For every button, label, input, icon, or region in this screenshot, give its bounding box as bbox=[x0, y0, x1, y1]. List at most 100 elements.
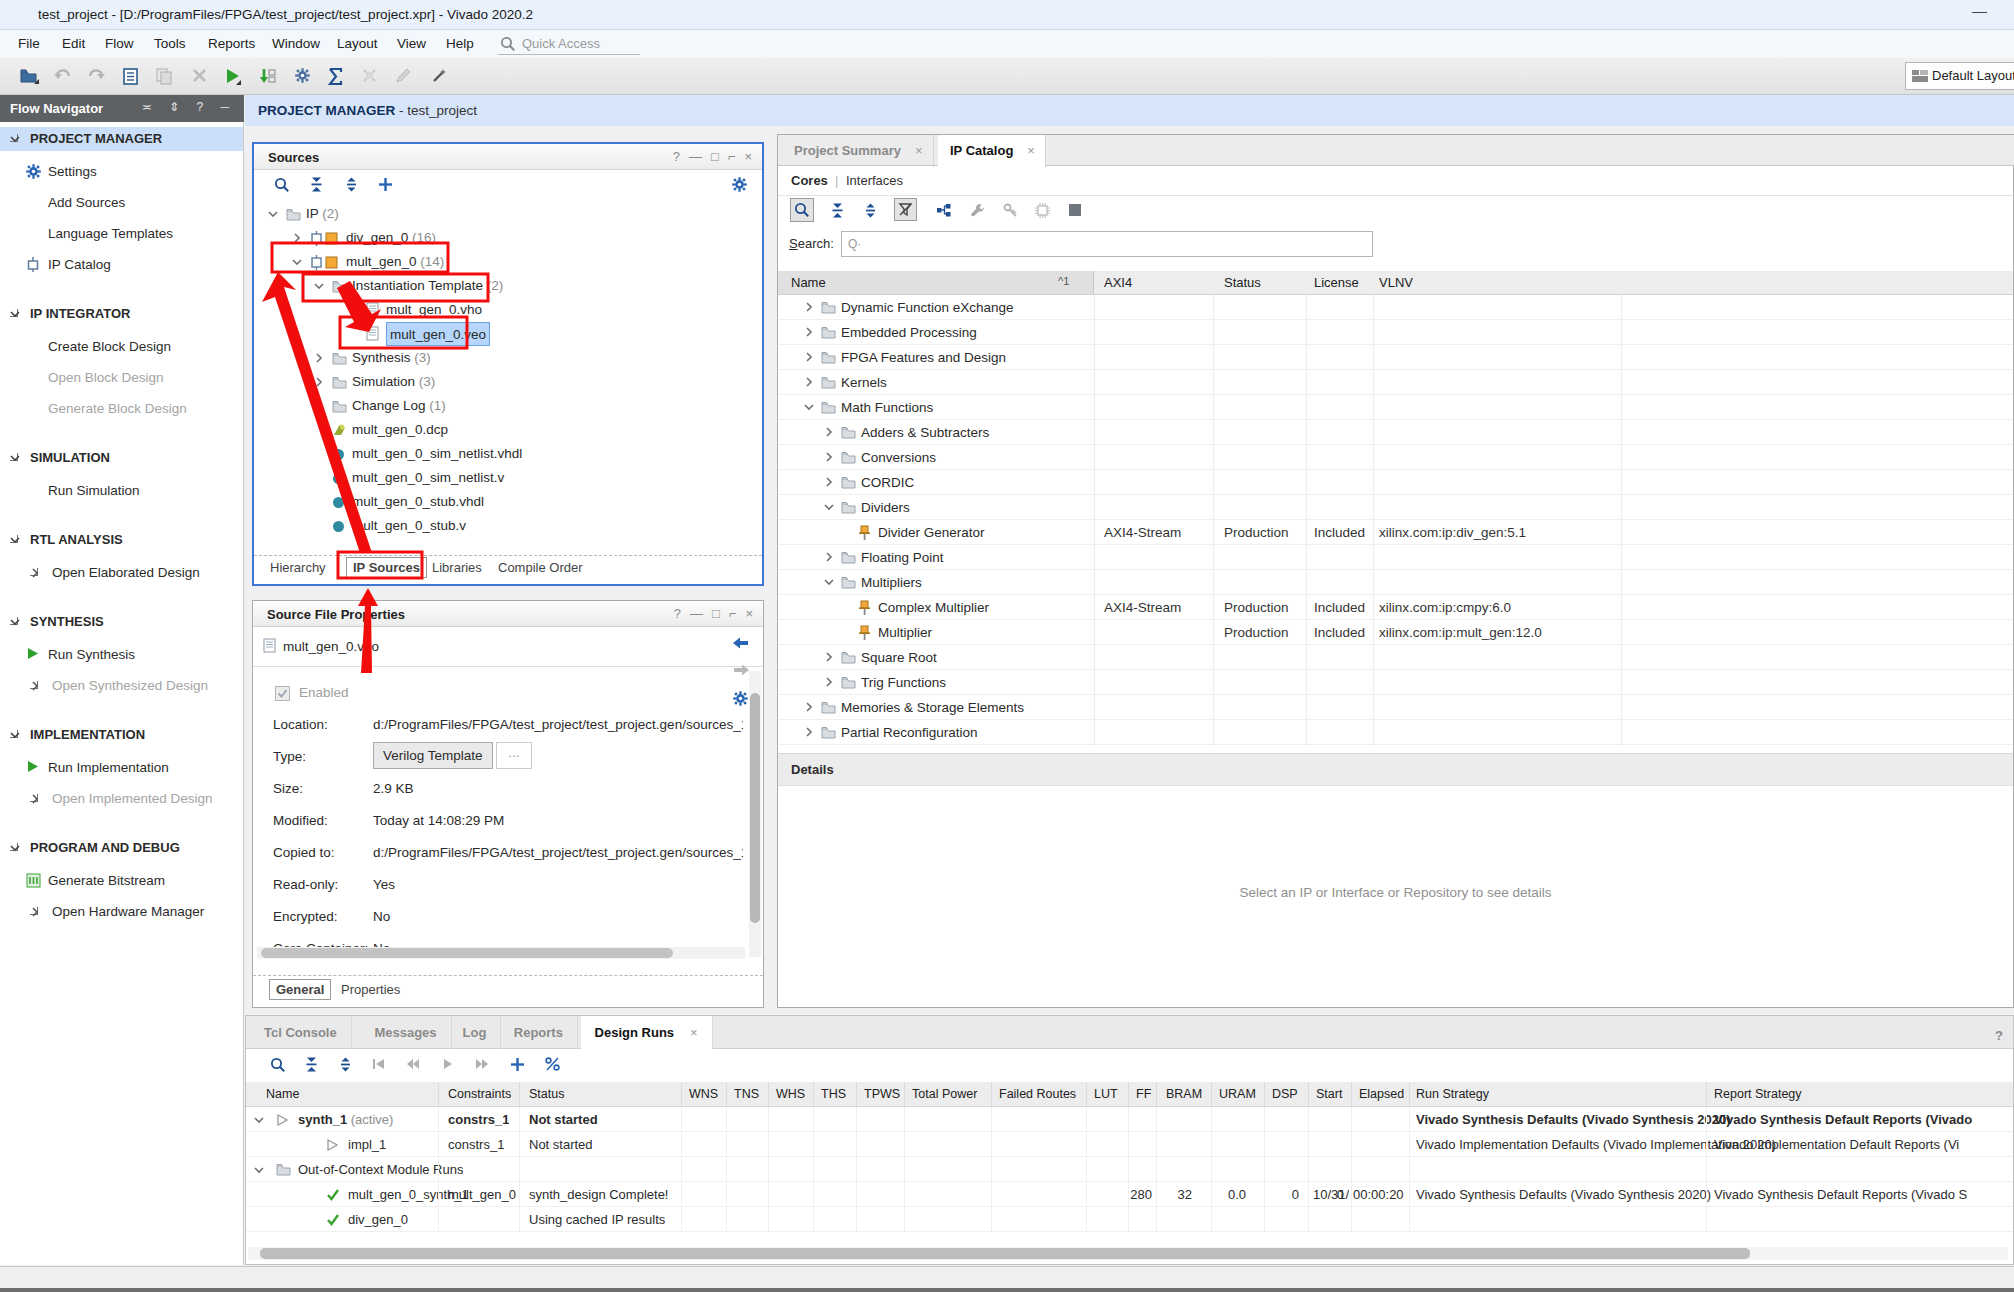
chevron-right-icon[interactable] bbox=[824, 427, 834, 437]
sidebar-section-rtl-analysis[interactable]: RTL ANALYSIS bbox=[0, 528, 243, 552]
runs-column-bram[interactable]: BRAM bbox=[1166, 1087, 1202, 1101]
bottom-tab-messages[interactable]: Messages bbox=[360, 1016, 451, 1049]
close-icon[interactable]: × bbox=[690, 1025, 698, 1040]
chevron-right-icon[interactable] bbox=[824, 552, 834, 562]
menu-reports[interactable]: Reports bbox=[208, 36, 255, 51]
chevron-down-icon[interactable] bbox=[268, 209, 278, 219]
sfp-vertical-scrollbar[interactable] bbox=[749, 671, 761, 957]
catalog-item-name[interactable]: Conversions bbox=[861, 445, 936, 470]
run-row-div-gen-0[interactable]: div_gen_0Using cached IP results bbox=[246, 1207, 2013, 1232]
chevron-down-icon[interactable] bbox=[292, 257, 302, 267]
subtab-cores[interactable]: Cores bbox=[791, 173, 828, 188]
catalog-row-math-functions[interactable]: Math Functions bbox=[778, 395, 2013, 420]
sidebar-item-settings[interactable]: Settings bbox=[0, 160, 243, 184]
catalog-item-name[interactable]: Dividers bbox=[861, 495, 910, 520]
help-icon[interactable]: ? bbox=[1995, 1028, 2003, 1043]
chevron-right-icon[interactable] bbox=[824, 652, 834, 662]
catalog-item-name[interactable]: Complex Multiplier bbox=[878, 595, 989, 620]
tree-item-label[interactable]: mult_gen_0_stub.v bbox=[352, 514, 466, 538]
next-run-icon[interactable] bbox=[475, 1058, 489, 1070]
create-run-icon[interactable] bbox=[510, 1057, 525, 1072]
catalog-item-name[interactable]: Multiplier bbox=[878, 620, 932, 645]
runs-column-tpws[interactable]: TPWS bbox=[864, 1087, 900, 1101]
search-icon[interactable] bbox=[790, 198, 814, 225]
run-row-impl-1[interactable]: impl_1constrs_1Not startedVivado Impleme… bbox=[246, 1132, 2013, 1157]
runs-column-dsp[interactable]: DSP bbox=[1272, 1087, 1298, 1101]
tree-item-label[interactable]: mult_gen_0_sim_netlist.vhdl bbox=[352, 442, 522, 466]
filter-icon[interactable] bbox=[894, 198, 917, 224]
chevron-down-icon[interactable] bbox=[804, 402, 814, 412]
catalog-row-memories-storage-elements[interactable]: Memories & Storage Elements bbox=[778, 695, 2013, 720]
search-icon[interactable] bbox=[270, 1057, 286, 1073]
tree-item-label[interactable]: div_gen_0 (16) bbox=[346, 226, 436, 250]
catalog-item-name[interactable]: Math Functions bbox=[841, 395, 933, 420]
bottom-tab-reports[interactable]: Reports bbox=[500, 1016, 578, 1049]
runs-column-total-power[interactable]: Total Power bbox=[912, 1087, 977, 1101]
sidebar-item-open-synthesized-design[interactable]: Open Synthesized Design bbox=[0, 674, 243, 698]
pencil-icon[interactable] bbox=[395, 68, 411, 84]
back-icon[interactable] bbox=[733, 637, 749, 649]
enabled-checkbox-row[interactable]: Enabled bbox=[253, 685, 763, 709]
chevron-right-icon[interactable] bbox=[824, 477, 834, 487]
runs-column-elapsed[interactable]: Elapsed bbox=[1359, 1087, 1404, 1101]
column-name[interactable]: Name^1 bbox=[778, 271, 1094, 294]
sidebar-item-generate-bitstream[interactable]: Generate Bitstream bbox=[0, 869, 243, 893]
catalog-row-adders-subtracters[interactable]: Adders & Subtracters bbox=[778, 420, 2013, 445]
expand-all-icon[interactable] bbox=[338, 1057, 353, 1072]
tree-item-mult-gen-0[interactable]: mult_gen_0 (14) bbox=[254, 250, 759, 274]
catalog-row-dividers[interactable]: Dividers bbox=[778, 495, 2013, 520]
sidebar-item-language-templates[interactable]: Language Templates bbox=[0, 222, 243, 246]
menu-layout[interactable]: Layout bbox=[337, 36, 378, 51]
tree-item-div-gen-0[interactable]: div_gen_0 (16) bbox=[254, 226, 759, 250]
tree-item-label[interactable]: Change Log (1) bbox=[352, 394, 446, 418]
bottom-tab-log[interactable]: Log bbox=[449, 1016, 502, 1049]
tree-item-label[interactable]: mult_gen_0 (14) bbox=[346, 250, 444, 274]
catalog-row-kernels[interactable]: Kernels bbox=[778, 370, 2013, 395]
sidebar-item-run-synthesis[interactable]: Run Synthesis bbox=[0, 643, 243, 667]
sidebar-section-ip-integrator[interactable]: IP INTEGRATOR bbox=[0, 302, 243, 326]
menu-window[interactable]: Window bbox=[272, 36, 320, 51]
runs-column-run-strategy[interactable]: Run Strategy bbox=[1416, 1087, 1489, 1101]
catalog-item-name[interactable]: Adders & Subtracters bbox=[861, 420, 989, 445]
tree-item-mult-gen-0-stub-vhdl[interactable]: mult_gen_0_stub.vhdl bbox=[254, 490, 759, 514]
tree-item-mult-gen-0-stub-v[interactable]: mult_gen_0_stub.v bbox=[254, 514, 759, 538]
report-icon[interactable] bbox=[123, 68, 138, 85]
sidebar-section-synthesis[interactable]: SYNTHESIS bbox=[0, 610, 243, 634]
more-button[interactable]: ... bbox=[496, 742, 532, 769]
catalog-row-partial-reconfiguration[interactable]: Partial Reconfiguration bbox=[778, 720, 2013, 745]
sidebar-section-project-manager[interactable]: PROJECT MANAGER bbox=[0, 127, 243, 151]
sidebar-item-create-block-design[interactable]: Create Block Design bbox=[0, 335, 243, 359]
catalog-item-name[interactable]: Trig Functions bbox=[861, 670, 946, 695]
sidebar-section-implementation[interactable]: IMPLEMENTATION bbox=[0, 723, 243, 747]
chevron-right-icon[interactable] bbox=[804, 377, 814, 387]
run-name[interactable]: impl_1 bbox=[348, 1132, 386, 1157]
delete-icon[interactable] bbox=[192, 68, 207, 83]
ip-catalog-table-header[interactable]: Name^1 AXI4 Status License VLNV bbox=[778, 271, 2013, 295]
chevron-right-icon[interactable] bbox=[804, 352, 814, 362]
catalog-row-complex-multiplier[interactable]: Complex MultiplierAXI4-StreamProductionI… bbox=[778, 595, 2013, 620]
chevron-down-icon[interactable] bbox=[314, 281, 324, 291]
close-icon[interactable]: × bbox=[1027, 143, 1035, 158]
tree-item-mult-gen-0-veo[interactable]: mult_gen_0.veo bbox=[254, 322, 759, 346]
tree-item-label[interactable]: mult_gen_0.vho bbox=[386, 298, 482, 322]
catalog-item-name[interactable]: Partial Reconfiguration bbox=[841, 720, 978, 745]
collapse-all-icon[interactable] bbox=[309, 177, 324, 192]
catalog-row-dynamic-function-exchange[interactable]: Dynamic Function eXchange bbox=[778, 295, 2013, 320]
editor-tab-project-summary[interactable]: Project Summary× bbox=[782, 135, 934, 167]
editor-tab-ip-catalog[interactable]: IP Catalog× bbox=[938, 135, 1046, 167]
catalog-row-fpga-features-and-design[interactable]: FPGA Features and Design bbox=[778, 345, 2013, 370]
catalog-item-name[interactable]: Memories & Storage Elements bbox=[841, 695, 1024, 720]
collapse-all-icon[interactable] bbox=[830, 203, 845, 218]
run-name[interactable]: div_gen_0 bbox=[348, 1207, 408, 1232]
tree-item-mult-gen-0-sim-netlist-v[interactable]: mult_gen_0_sim_netlist.v bbox=[254, 466, 759, 490]
tree-item-instantiation-template[interactable]: Instantiation Template (2) bbox=[254, 274, 759, 298]
catalog-row-conversions[interactable]: Conversions bbox=[778, 445, 2013, 470]
tree-item-label[interactable]: mult_gen_0_sim_netlist.v bbox=[352, 466, 504, 490]
runs-column-ff[interactable]: FF bbox=[1136, 1087, 1151, 1101]
catalog-row-embedded-processing[interactable]: Embedded Processing bbox=[778, 320, 2013, 345]
license-key-icon[interactable] bbox=[1003, 203, 1018, 218]
catalog-item-name[interactable]: Multipliers bbox=[861, 570, 922, 595]
sources-tab-compile-order[interactable]: Compile Order bbox=[498, 560, 583, 575]
design-runs-table-header[interactable]: NameConstraintsStatusWNSTNSWHSTHSTPWSTot… bbox=[246, 1082, 2013, 1107]
bottom-tab-tcl-console[interactable]: Tcl Console bbox=[250, 1016, 352, 1049]
